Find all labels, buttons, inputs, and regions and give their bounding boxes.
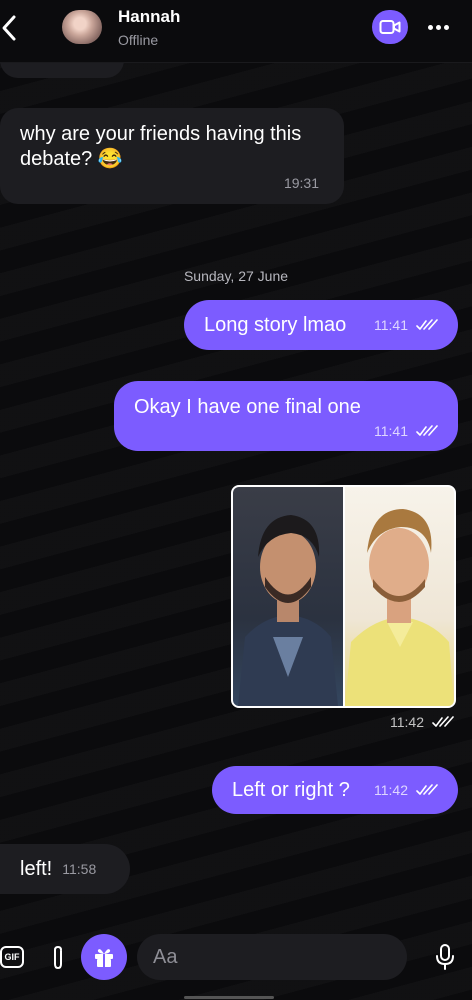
- message-input[interactable]: [137, 934, 407, 980]
- message-text: why are your friends having this debate?…: [20, 123, 302, 170]
- double-check-icon: [416, 425, 438, 436]
- video-call-button[interactable]: [372, 10, 408, 44]
- video-camera-icon: [379, 20, 401, 34]
- date-separator: Sunday, 27 June: [183, 268, 289, 284]
- microphone-icon: [436, 944, 454, 970]
- message-meta: 11:41: [374, 423, 438, 439]
- person-right-figure: [345, 509, 454, 706]
- back-button[interactable]: [0, 12, 24, 44]
- gift-button[interactable]: [81, 934, 127, 980]
- message-time: 11:42: [390, 714, 424, 730]
- image-meta: 11:42: [390, 714, 454, 730]
- contact-name[interactable]: Hannah: [118, 7, 180, 27]
- message-bubble-outgoing[interactable]: Long story lmao 11:41: [184, 300, 458, 350]
- message-bubble-outgoing[interactable]: Left or right ? 11:42: [212, 766, 458, 814]
- message-time: 11:42: [374, 782, 408, 798]
- message-meta: 11:42: [374, 782, 438, 798]
- more-options-button[interactable]: [422, 10, 454, 44]
- image-attachment[interactable]: [231, 485, 456, 708]
- gif-button[interactable]: GIF: [0, 946, 24, 968]
- avatar[interactable]: [62, 10, 102, 44]
- message-bubble-incoming[interactable]: why are your friends having this debate?…: [0, 108, 344, 204]
- message-text: Long story lmao: [204, 313, 347, 336]
- paperclip-icon: [54, 945, 62, 970]
- message-bubble-incoming[interactable]: left! 11:58: [0, 844, 130, 894]
- photo-left-panel: [233, 487, 343, 706]
- more-dots-icon: [427, 24, 433, 30]
- person-left-figure: [238, 515, 338, 706]
- chat-header: Hannah Offline: [0, 0, 472, 63]
- message-time: 11:41: [374, 423, 408, 439]
- gift-icon: [95, 949, 113, 967]
- message-text: left!: [20, 857, 53, 880]
- chevron-left-icon: [2, 15, 16, 41]
- message-meta: 11:41: [374, 317, 438, 333]
- double-check-icon: [416, 784, 438, 795]
- message-text: Okay I have one final one: [134, 396, 361, 418]
- home-indicator: [184, 996, 274, 999]
- message-text: Left or right ?: [232, 778, 350, 801]
- attach-button[interactable]: [48, 944, 68, 972]
- message-time: 11:41: [374, 317, 408, 333]
- message-time: 11:58: [62, 861, 97, 877]
- message-bubble-outgoing[interactable]: Okay I have one final one 11:41: [114, 381, 458, 451]
- double-check-icon: [432, 716, 454, 727]
- microphone-button[interactable]: [433, 942, 457, 972]
- photo-right-panel: [345, 487, 454, 706]
- double-check-icon: [416, 319, 438, 330]
- message-time: 19:31: [283, 175, 319, 191]
- contact-status: Offline: [118, 32, 159, 48]
